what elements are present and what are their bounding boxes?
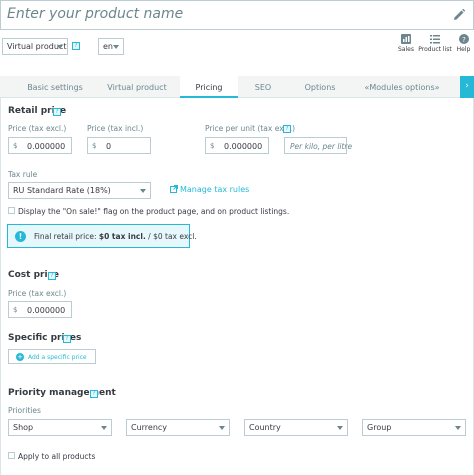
currency-symbol: $ <box>92 142 97 150</box>
priority-3-value: Country <box>249 423 281 432</box>
price-tax-incl-label: Price (tax incl.) <box>87 124 144 133</box>
chevron-down-icon <box>455 426 461 430</box>
price-tax-incl-value: 0 <box>106 142 112 151</box>
priority-select-4[interactable]: Group <box>362 419 466 436</box>
chevron-down-icon <box>113 45 119 49</box>
final-price-incl: $0 tax incl. <box>98 232 146 241</box>
apply-all-checkbox[interactable] <box>8 452 15 459</box>
tax-rule-select[interactable]: RU Standard Rate (18%) <box>8 182 151 199</box>
help-label: Help <box>456 46 471 53</box>
tab-basic-settings[interactable]: Basic settings <box>20 76 90 98</box>
product-name-input[interactable]: Enter your product name <box>7 6 183 22</box>
info-icon: ! <box>15 231 26 242</box>
on-sale-label: Display the "On sale!" flag on the produ… <box>18 207 290 216</box>
priority-help-icon[interactable]: ? <box>90 390 98 398</box>
manage-tax-rules-link[interactable]: Manage tax rules <box>180 185 249 194</box>
priority-management-title: Priority management <box>8 388 116 398</box>
priority-select-3[interactable]: Country <box>244 419 348 436</box>
tab-options[interactable]: Options <box>296 76 344 98</box>
apply-all-label: Apply to all products <box>18 452 96 461</box>
priority-4-value: Group <box>367 423 392 432</box>
tab-modules-options[interactable]: «Modules options» <box>362 76 442 98</box>
priority-1-value: Shop <box>13 423 34 432</box>
price-tax-incl-field[interactable]: $ 0 <box>87 137 151 154</box>
price-tax-excl-field[interactable]: $ 0.000000 <box>8 137 72 154</box>
plus-circle-icon: + <box>16 353 24 361</box>
currency-symbol: $ <box>210 142 215 150</box>
cost-price-value: 0.000000 <box>27 306 66 315</box>
cost-price-label: Price (tax excl.) <box>8 289 67 298</box>
chevron-down-icon <box>337 426 343 430</box>
priority-select-1[interactable]: Shop <box>8 419 112 436</box>
tab-seo[interactable]: SEO <box>246 76 280 98</box>
price-per-unit-help-icon[interactable]: ? <box>283 125 291 133</box>
final-price-prefix: Final retail price: <box>34 232 99 241</box>
product-type-help-icon[interactable]: ? <box>72 42 80 50</box>
add-specific-price-button[interactable]: + Add a specific price <box>8 349 96 364</box>
tax-rule-value: RU Standard Rate (18%) <box>13 186 111 195</box>
price-tax-excl-label: Price (tax excl.) <box>8 124 67 133</box>
language-value: en <box>103 42 113 51</box>
unity-placeholder: Per kilo, per litre <box>290 142 353 151</box>
currency-symbol: $ <box>13 306 18 314</box>
chevron-down-icon <box>140 189 146 193</box>
language-select[interactable]: en <box>98 38 124 55</box>
tab-virtual-product[interactable]: Virtual product <box>100 76 174 98</box>
product-type-select[interactable]: Virtual product <box>2 38 68 55</box>
retail-price-help-icon[interactable]: ? <box>53 108 61 116</box>
cost-price-field[interactable]: $ 0.000000 <box>8 301 72 318</box>
product-list-button[interactable]: Product list <box>418 34 452 53</box>
final-price-text: Final retail price: $0 tax incl. / $0 ta… <box>34 232 197 241</box>
tabs-next-icon[interactable]: › <box>460 76 474 98</box>
specific-prices-help-icon[interactable]: ? <box>63 335 71 343</box>
cost-price-help-icon[interactable]: ? <box>48 272 56 280</box>
price-per-unit-value: 0.000000 <box>224 142 263 151</box>
final-price-alert: ! Final retail price: $0 tax incl. / $0 … <box>7 224 197 248</box>
svg-text:?: ? <box>462 36 466 44</box>
on-sale-checkbox[interactable] <box>8 207 15 214</box>
help-button[interactable]: ? Help <box>455 34 472 53</box>
add-specific-price-label: Add a specific price <box>28 354 87 361</box>
priority-select-2[interactable]: Currency <box>126 419 230 436</box>
chevron-down-icon <box>57 45 63 49</box>
chevron-down-icon <box>219 426 225 430</box>
price-per-unit-label: Price per unit (tax excl.) <box>205 124 296 133</box>
chart-icon <box>401 34 411 44</box>
help-circle-icon: ? <box>458 34 469 44</box>
list-icon <box>430 35 440 44</box>
price-tax-excl-value: 0.000000 <box>27 142 66 151</box>
external-link-icon <box>170 185 178 193</box>
priority-2-value: Currency <box>131 423 168 432</box>
pencil-icon[interactable] <box>452 8 466 22</box>
sales-label: Sales <box>398 46 414 53</box>
tax-rule-label: Tax rule <box>8 170 38 179</box>
tab-pricing[interactable]: Pricing <box>180 76 238 98</box>
final-price-excl: / $0 tax excl. <box>145 232 197 241</box>
priorities-label: Priorities <box>8 406 41 415</box>
price-per-unit-field[interactable]: $ 0.000000 <box>205 137 269 154</box>
sales-button[interactable]: Sales <box>396 34 416 53</box>
chevron-down-icon <box>101 426 107 430</box>
unity-input[interactable]: Per kilo, per litre <box>284 137 352 154</box>
product-list-label: Product list <box>418 46 452 53</box>
currency-symbol: $ <box>13 142 18 150</box>
